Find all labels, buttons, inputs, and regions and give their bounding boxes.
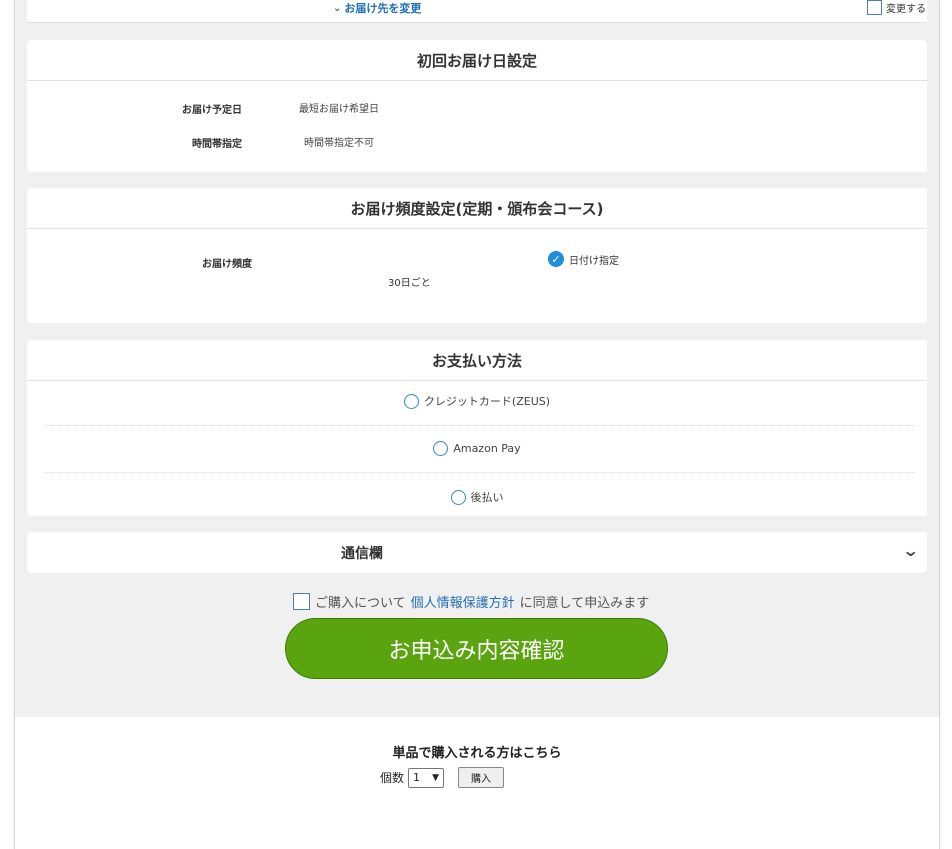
- delivery-date-value: 最短お届け希望日: [299, 104, 379, 115]
- change-destination-label: お届け先を変更: [344, 2, 422, 15]
- date-specify-option[interactable]: ✓ 日付け指定: [548, 251, 619, 267]
- quantity-row: 個数 1 ▼ 購入: [380, 767, 505, 788]
- agreement-checkbox[interactable]: [293, 593, 310, 610]
- check-icon: ✓: [548, 251, 564, 267]
- payment-option-label: Amazon Pay: [453, 442, 521, 455]
- payment-option-deferred[interactable]: 後払い: [27, 489, 927, 505]
- quantity-label: 個数: [380, 771, 405, 785]
- payment-option-label: クレジットカード(ZEUS): [423, 395, 551, 408]
- radio-deferred[interactable]: [450, 489, 466, 505]
- payment-method-title: お支払い方法: [27, 340, 927, 381]
- change-checkbox-wrapper[interactable]: 変更する: [867, 0, 926, 15]
- radio-credit[interactable]: [403, 393, 419, 409]
- agreement-suffix: に同意して申込みます: [519, 596, 650, 611]
- divider: [45, 425, 915, 426]
- payment-option-label: 後払い: [470, 491, 504, 504]
- change-checkbox[interactable]: [867, 0, 882, 15]
- delivery-frequency-card: お届け頻度設定(定期・頒布会コース) お届け頻度 ✓ 日付け指定 30日ごと: [27, 188, 927, 323]
- agreement-prefix: ご購入について: [315, 596, 406, 611]
- payment-method-card: お支払い方法 クレジットカード(ZEUS) Amazon Pay 後払い: [27, 340, 927, 516]
- first-delivery-card: 初回お届け日設定 お届け予定日 最短お届け希望日 時間帯指定 時間帯指定不可: [27, 40, 927, 172]
- payment-option-credit[interactable]: クレジットカード(ZEUS): [27, 393, 927, 409]
- quantity-select[interactable]: 1 ▼: [408, 767, 445, 788]
- change-destination-link[interactable]: ⌄ お届け先を変更: [333, 0, 421, 16]
- chevron-down-icon: ▼: [432, 772, 440, 783]
- frequency-value: 30日ごと: [388, 278, 431, 289]
- change-checkbox-label: 変更する: [886, 4, 926, 15]
- confirm-order-button[interactable]: お申込み内容確認: [285, 618, 668, 679]
- delivery-date-label: お届け予定日: [182, 105, 242, 116]
- single-purchase-section: 単品で購入される方はこちら 個数 1 ▼ 購入: [15, 717, 939, 849]
- single-purchase-heading: 単品で購入される方はこちら: [392, 746, 562, 761]
- chevron-down-icon[interactable]: ⌄: [902, 541, 919, 560]
- time-slot-label: 時間帯指定: [192, 139, 242, 150]
- buy-button[interactable]: 購入: [458, 767, 505, 788]
- delivery-frequency-title: お届け頻度設定(定期・頒布会コース): [27, 188, 927, 229]
- privacy-policy-link[interactable]: 個人情報保護方針: [411, 592, 515, 611]
- chevron-down-icon: ⌄: [333, 2, 342, 14]
- message-section[interactable]: 通信欄 ⌄: [27, 532, 927, 573]
- quantity-value: 1: [413, 771, 421, 784]
- payment-option-amazon-pay[interactable]: Amazon Pay: [27, 441, 927, 456]
- message-title: 通信欄: [341, 546, 383, 562]
- privacy-agreement[interactable]: ご購入について 個人情報保護方針 に同意して申込みます: [293, 592, 649, 611]
- divider: [45, 472, 915, 473]
- page-container: ⌄ お届け先を変更 変更する 初回お届け日設定 お届け予定日 最短お届け希望日 …: [14, 0, 940, 849]
- first-delivery-title: 初回お届け日設定: [27, 40, 927, 81]
- shipping-address-bar: ⌄ お届け先を変更 変更する: [27, 0, 927, 23]
- time-slot-value: 時間帯指定不可: [304, 138, 374, 149]
- radio-amazon-pay[interactable]: [433, 441, 449, 456]
- frequency-label: お届け頻度: [202, 259, 252, 270]
- date-specify-label: 日付け指定: [569, 255, 619, 267]
